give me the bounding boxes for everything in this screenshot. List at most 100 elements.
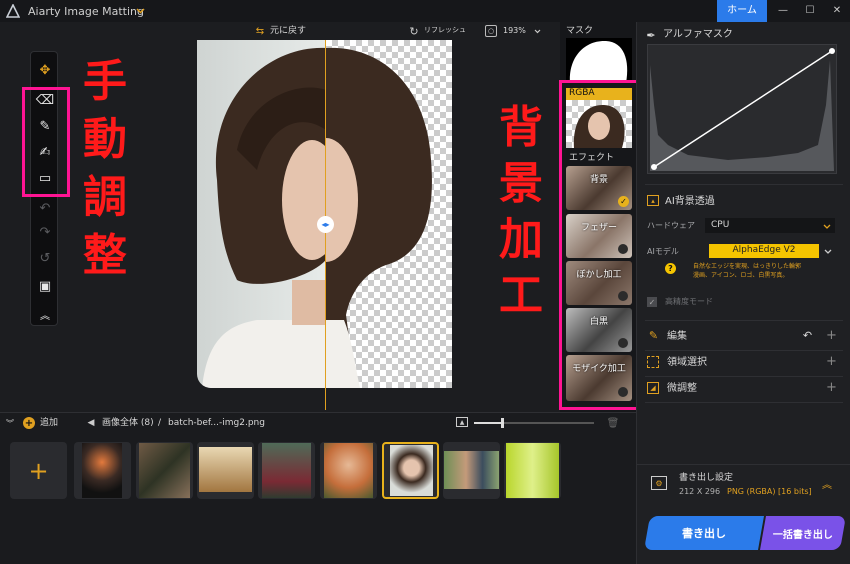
refresh-label[interactable]: リフレッシュ [424,27,466,34]
divider [645,320,843,321]
zoom-chevron-icon[interactable] [533,27,541,35]
refresh-icon[interactable]: ↻ [408,25,420,38]
export-button-label: 書き出し [682,527,726,540]
close-button[interactable]: ✕ [826,0,848,22]
region-select-label: 領域選択 [667,357,707,368]
background-effects-highlight [559,80,640,410]
overlay-char: 動 [83,114,127,165]
thumbnail-bicycle[interactable] [197,442,254,499]
edit-section[interactable]: ✎ 編集 ↶ + [645,326,843,348]
minimize-button[interactable]: — [772,0,794,22]
canvas-top-bar: ⇆ 元に戻す ↻ リフレッシュ ○ 193% [0,22,560,40]
undo-arrows-icon[interactable]: ⇆ [254,26,266,37]
thumbnail-image [444,451,499,489]
mask-label: マスク [566,26,594,36]
fine-tune-label: 微調整 [667,383,697,394]
region-select-icon [647,356,659,368]
current-file-name: batch-bef...-img2.png [168,418,265,428]
collapse-down-icon[interactable]: ︾ [5,418,15,428]
thumbnail-bottle[interactable] [504,442,561,499]
chevron-down-icon[interactable] [135,6,145,16]
back-arrow-icon[interactable]: ◀ [86,418,96,428]
title-bar: Aiarty Image Matting ホーム — ☐ ✕ [0,0,850,22]
collapse-up-icon[interactable]: ︽ [821,477,833,491]
hardware-select[interactable]: CPU [705,218,835,233]
edit-icon: ✎ [648,329,659,342]
edit-label: 編集 [667,331,687,342]
move-tool-icon[interactable]: ✥ [35,60,55,80]
hardware-value: CPU [711,220,730,230]
export-settings-icon: ⚙ [651,476,667,490]
compare-tool-icon[interactable]: ▣ [35,276,55,296]
alpha-mask-label: アルファマスク [663,29,733,40]
collapse-tool-icon[interactable]: ︽ [35,304,55,324]
app-title: Aiarty Image Matting [28,5,144,18]
split-handle-icon[interactable]: ◂▸ [317,216,334,233]
help-icon[interactable]: ? [665,263,676,274]
ai-model-select[interactable]: AlphaEdge V2 [709,244,819,258]
chevron-down-icon [823,222,831,230]
hq-mode-checkbox[interactable]: ✓ [647,297,657,307]
app-window: { "app":{"title":"Aiarty Image Matting",… [0,0,850,564]
add-label[interactable]: 追加 [40,419,58,428]
overlay-char: 手 [83,56,127,107]
undo-tool-icon[interactable]: ↶ [35,198,55,218]
manual-tools-highlight [22,87,70,197]
expand-plus-icon[interactable]: + [825,354,838,369]
right-panel: ✒ アルファマスク ▴ AI背景透過 ハードウェア CPU AIモデル Alph… [636,22,850,564]
thumbnail-flowers-woman[interactable] [320,442,377,499]
thumbnail-image [199,447,252,492]
batch-export-button-label: 一括書き出し [773,529,833,541]
model-description: 自然なエッジを実現、はっきりした輪郭 漫画、アイコン、ロゴ、白黒写真。 [693,263,802,279]
thumbnail-two-people[interactable] [443,442,500,499]
slider-handle[interactable] [501,418,504,428]
export-settings-label: 書き出し設定 [679,473,734,483]
add-image-tile[interactable]: + [10,442,67,499]
overlay-char: 背 [499,102,543,153]
divider [645,184,843,185]
divider [645,402,843,403]
bottom-strip: ︾ + 追加 ◀ 画像全体 (8) / batch-bef...-img2.pn… [0,412,636,564]
model-chevron-icon[interactable] [823,246,833,256]
transparent-preview [326,40,452,388]
export-settings[interactable]: ⚙ 書き出し設定 212 X 296 PNG (RGBA) [16 bits] … [637,464,850,504]
hq-mode-label: 高精度モード [665,297,713,306]
mask-thumbnail[interactable] [566,38,632,83]
overlay-char: 景 [499,158,543,209]
thumbnail-bob-hair-woman[interactable] [382,442,439,499]
batch-export-button[interactable]: 一括書き出し [760,516,846,550]
alpha-pen-icon: ✒ [646,28,656,42]
app-logo-icon [6,4,20,18]
hardware-label: ハードウェア [647,221,695,230]
maximize-button[interactable]: ☐ [799,0,821,22]
thumbnail-forest-log[interactable] [136,442,193,499]
fine-tune-section[interactable]: ◢ 微調整 + [645,378,843,400]
reset-tool-icon[interactable]: ↺ [35,248,55,268]
edit-undo-icon[interactable]: ↶ [801,329,814,342]
thumbnail-image [139,443,190,498]
fine-tune-icon: ◢ [647,382,659,394]
export-button[interactable]: 書き出し [644,516,764,550]
add-icon[interactable]: + [23,417,35,429]
home-button[interactable]: ホーム [717,0,767,22]
ai-image-icon: ▴ [647,195,659,206]
ai-model-value: AlphaEdge V2 [732,245,796,255]
all-images-label[interactable]: 画像全体 (8) [102,419,154,428]
ai-bg-label: AI背景透過 [665,196,715,207]
overlay-char: 調 [83,172,127,223]
divider [645,376,843,377]
undo-label[interactable]: 元に戻す [270,27,306,36]
alpha-curve[interactable] [647,44,837,174]
expand-plus-icon[interactable]: + [825,328,838,343]
original-image [197,40,326,388]
redo-tool-icon[interactable]: ↷ [35,222,55,242]
thumb-size-slider[interactable] [474,418,594,428]
zoom-level[interactable]: 193% [503,27,526,35]
thumbnail-jellyfish[interactable] [74,442,131,499]
thumbnail-forest-woman[interactable] [258,442,315,499]
expand-plus-icon[interactable]: + [825,380,838,395]
slider-fill [474,422,502,424]
zoom-fit-icon[interactable]: ○ [485,25,497,37]
trash-icon[interactable]: 🗑 [607,417,620,429]
region-select-section[interactable]: 領域選択 + [645,352,843,374]
